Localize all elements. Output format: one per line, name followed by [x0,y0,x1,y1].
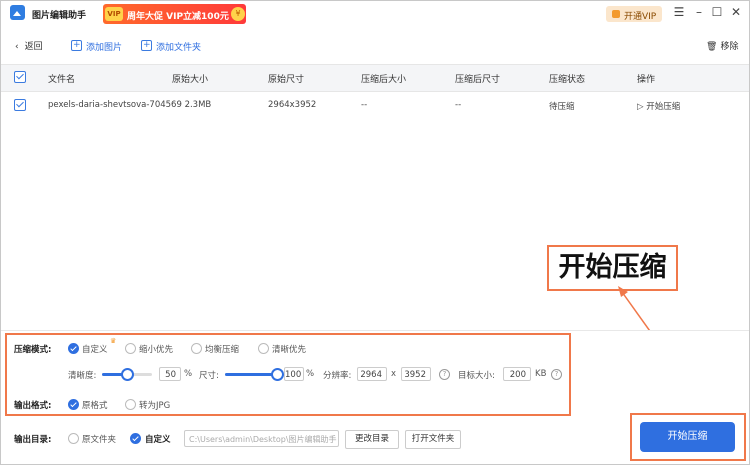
clarity-label: 清晰度: [68,371,97,381]
add-image-label: 添加图片 [86,43,123,53]
col-out-size: 压缩后大小 [361,75,407,85]
mode-label: 压缩模式: [14,345,52,355]
mode-radio-balanced[interactable] [191,343,202,354]
crown-icon [612,10,620,18]
output-path-field[interactable]: C:\Users\admin\Desktop\图片编辑助手 [184,430,339,447]
open-folder-button[interactable]: 打开文件夹 [405,430,461,449]
resolution-label: 分辨率: [323,371,352,381]
target-help-icon[interactable]: ? [551,369,562,380]
size-label: 尺寸: [199,371,219,381]
mode-radio-smaller[interactable] [125,343,136,354]
start-compress-button[interactable]: 开始压缩 [640,422,735,452]
row-status: 待压缩 [549,102,575,112]
row-action-label: 开始压缩 [646,102,681,112]
back-button[interactable]: ‹ 返回 [15,40,43,54]
size-slider-knob[interactable] [271,368,284,381]
remove-button[interactable]: 🗑 移除 [706,40,738,54]
filename-text: pexels-daria-shevtsova-704569 [48,100,182,110]
row-start-action[interactable]: ▷ 开始压缩 [637,100,680,112]
back-icon: ‹ [15,42,19,52]
vip-crown-icon: ♛ [110,337,117,345]
format-label: 输出格式: [14,401,52,411]
promo-banner[interactable]: VIP 周年大促 VIP立减100元 ¥ [103,4,246,24]
row-filename: pexels-daria-shevtsova-704569 2.3MB [48,100,211,110]
select-all-checkbox[interactable] [14,71,26,83]
target-size-label: 目标大小: [458,371,495,381]
mode-radio-clarity[interactable] [258,343,269,354]
col-orig-dims: 原始尺寸 [268,75,305,85]
res-separator: x [391,369,397,379]
vip-chip: VIP [105,7,123,21]
mode-radio-custom[interactable] [68,343,79,354]
mode-balanced-label[interactable]: 均衡压缩 [205,343,239,355]
promo-text: 周年大促 VIP立减100元 [127,12,229,22]
vip-button[interactable]: 开通VIP [606,6,662,22]
size-unit: % [306,369,315,379]
col-out-dims: 压缩后尺寸 [455,75,501,85]
output-custom-label[interactable]: 自定义 [145,433,171,445]
target-size-unit: KB [535,369,547,379]
remove-label: 移除 [720,42,739,52]
add-folder-button[interactable]: 添加文件夹 [141,38,202,54]
add-image-button[interactable]: 添加图片 [71,38,123,54]
res-width-input[interactable]: 2964 [357,367,387,381]
target-size-input[interactable]: 200 [503,367,531,381]
row-orig-dims: 2964x3952 [268,100,317,110]
play-icon: ▷ [637,102,647,112]
mode-custom-label[interactable]: 自定义 [82,343,108,355]
maximize-icon[interactable]: ☐ [710,5,724,19]
close-icon[interactable]: ✕ [729,5,743,19]
row-checkbox[interactable] [14,99,26,111]
add-folder-label: 添加文件夹 [156,43,202,53]
size-input[interactable]: 100 [284,367,304,381]
format-original-label[interactable]: 原格式 [82,399,108,411]
row-out-dims: -- [455,100,462,110]
add-image-icon [71,38,82,52]
clarity-slider-knob[interactable] [121,368,134,381]
output-label: 输出目录: [14,435,52,445]
size-slider-fill [225,373,277,376]
col-action: 操作 [637,75,656,85]
app-logo-icon [10,5,25,20]
col-orig-size: 原始大小 [172,75,209,85]
format-radio-jpg[interactable] [125,399,136,410]
format-radio-original[interactable] [68,399,79,410]
output-radio-original[interactable] [68,433,79,444]
row-out-size: -- [361,100,368,110]
vip-button-label: 开通VIP [624,12,657,22]
size-slider[interactable] [225,373,277,376]
clarity-input[interactable]: 50 [159,367,181,381]
trash-icon: 🗑 [706,42,718,52]
app-title: 图片编辑助手 [32,11,87,21]
coin-icon: ¥ [231,7,245,21]
menu-icon[interactable]: ☰ [672,5,686,19]
format-jpg-label[interactable]: 转为JPG [139,399,170,411]
res-height-input[interactable]: 3952 [401,367,431,381]
mode-smaller-label[interactable]: 缩小优先 [139,343,173,355]
output-original-label[interactable]: 原文件夹 [82,433,116,445]
output-radio-custom[interactable] [130,433,141,444]
minimize-icon[interactable]: – [692,5,706,19]
col-filename: 文件名 [48,75,76,85]
resolution-help-icon[interactable]: ? [439,369,450,380]
clarity-unit: % [184,369,193,379]
add-folder-icon [141,38,152,52]
col-status: 压缩状态 [549,75,586,85]
back-label: 返回 [24,42,43,52]
size-text: 2.3MB [184,100,212,110]
change-dir-button[interactable]: 更改目录 [345,430,399,449]
mode-clarity-label[interactable]: 清晰优先 [272,343,306,355]
